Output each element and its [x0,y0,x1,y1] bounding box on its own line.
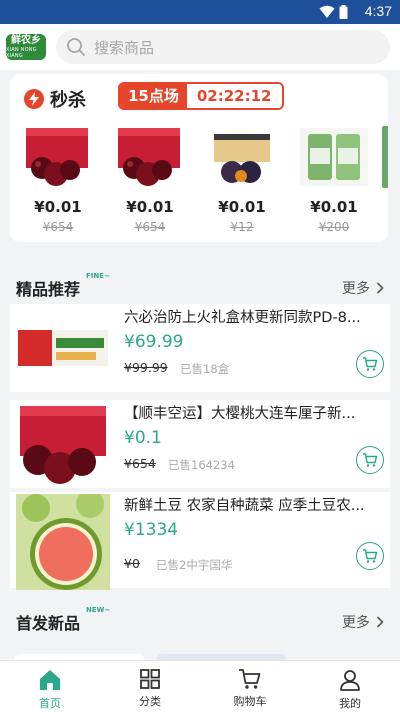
cart-icon [363,549,378,563]
app-logo[interactable]: 鲜农乡 XIAN NONG XIANG [6,34,46,60]
product-name: 新鲜土豆 农家自种蔬菜 应季土豆农... [124,498,365,514]
chevron-right-icon [376,282,384,294]
tab-category[interactable]: 分类 [100,661,200,712]
flash-item[interactable]: ¥0.01 ¥654 [18,120,98,238]
product-sold-count: 已售164234 [168,458,235,472]
cart-icon [239,669,261,689]
product-original-price: ¥99.99 [124,360,168,375]
new-arrivals-tag: NEW~ [86,606,111,614]
search-bar[interactable]: 搜索商品 [56,30,390,64]
flash-sale-panel: 秒杀 15点场 02:22:12 ¥0.01 ¥654 ¥0.01 ¥654 ¥… [10,74,388,242]
flash-sale-items: ¥0.01 ¥654 ¥0.01 ¥654 ¥0.01 ¥12 ¥0.01 ¥2… [10,120,388,240]
tea-cans-image [300,128,368,186]
more-label: 更多 [342,615,370,631]
wifi-icon [319,5,335,18]
new-arrivals-more-link[interactable]: 更多 [342,612,384,632]
flash-item[interactable]: ¥0.01 ¥12 [202,120,282,238]
status-bar: 4:37 [0,0,400,24]
product-price: ¥69.99 [124,332,184,352]
product-name: 六必治防上火礼盒林更新同款PD-8... [124,310,361,326]
flash-sale-title: 秒杀 [24,86,86,112]
flash-price: ¥0.01 [310,198,358,216]
home-icon [40,670,60,690]
product-original-price: ¥654 [124,456,156,471]
flash-price: ¥0.01 [126,198,174,216]
tab-cart[interactable]: 购物车 [200,661,300,712]
new-arrivals-section-header: 首发新品 NEW~ 更多 [0,606,400,636]
add-to-cart-button[interactable] [356,350,384,378]
flash-original-price: ¥654 [42,220,74,234]
chevron-right-icon [376,616,384,628]
product-card[interactable]: 【顺丰空运】大樱桃大连车厘子新... ¥0.1 ¥654 已售164234 [10,400,390,488]
more-label: 更多 [342,281,370,297]
logo-text: 鲜农乡 [11,35,41,46]
search-placeholder: 搜索商品 [94,38,155,57]
featured-title: 精品推荐 [16,280,81,299]
add-to-cart-button[interactable] [356,542,384,570]
toothpaste-box-image [16,308,110,392]
bottom-tab-bar: 首页 分类 购物车 我的 [0,660,400,712]
flash-price: ¥0.01 [218,198,266,216]
flash-item[interactable]: ¥0.01 ¥200 [294,120,374,238]
countdown-timer: 02:22:12 [186,84,282,108]
product-sold-count: 已售2中宇国华 [156,558,233,572]
flash-item[interactable]: ¥0.01 ¥654 [110,120,190,238]
logo-subtext: XIAN NONG XIANG [6,47,37,59]
featured-more-link[interactable]: 更多 [342,278,384,298]
tab-home[interactable]: 首页 [0,661,100,712]
session-label: 15点场 [120,84,187,108]
tab-label: 首页 [39,697,61,710]
user-icon [340,670,360,691]
app-header: 鲜农乡 XIAN NONG XIANG 搜索商品 [0,24,400,70]
flash-session-timer: 15点场 02:22:12 [118,82,284,110]
product-original-price: ¥0 [124,556,140,571]
grid-icon [140,669,160,689]
product-card[interactable]: 新鲜土豆 农家自种蔬菜 应季土豆农... ¥1334 ¥0 已售2中宇国华 [10,492,390,590]
tab-profile[interactable]: 我的 [300,661,400,712]
flash-item-partial [382,126,388,188]
flash-original-price: ¥654 [134,220,166,234]
flash-original-price: ¥12 [230,220,254,234]
flash-sale-label: 秒杀 [50,90,86,111]
product-card[interactable]: 六必治防上火礼盒林更新同款PD-8... ¥69.99 ¥99.99 已售18盒 [10,304,390,392]
product-price: ¥1334 [124,520,179,540]
product-price: ¥0.1 [124,428,162,448]
tab-label: 我的 [339,697,361,710]
add-to-cart-button[interactable] [356,446,384,474]
status-icons [319,5,348,19]
search-icon [67,38,85,56]
lightning-icon [24,89,44,109]
status-time: 4:37 [364,3,392,19]
cart-icon [363,357,378,371]
featured-section-header: 精品推荐 FINE~ 更多 [0,272,400,302]
product-name: 【顺丰空运】大樱桃大连车厘子新... [124,406,356,422]
cherry-box-image [16,404,110,488]
product-sold-count: 已售18盒 [180,362,230,376]
tab-label: 购物车 [233,695,267,708]
cherry-box-image [118,128,180,186]
featured-tag: FINE~ [86,272,110,280]
tab-label: 分类 [139,695,161,708]
battery-icon [339,5,348,19]
cherry-box-image [26,128,88,186]
flash-original-price: ¥200 [318,220,350,234]
cart-icon [363,453,378,467]
watermelon-image [16,494,110,590]
plum-box-image [214,134,270,183]
flash-price: ¥0.01 [34,198,82,216]
new-arrivals-title: 首发新品 [16,614,81,633]
